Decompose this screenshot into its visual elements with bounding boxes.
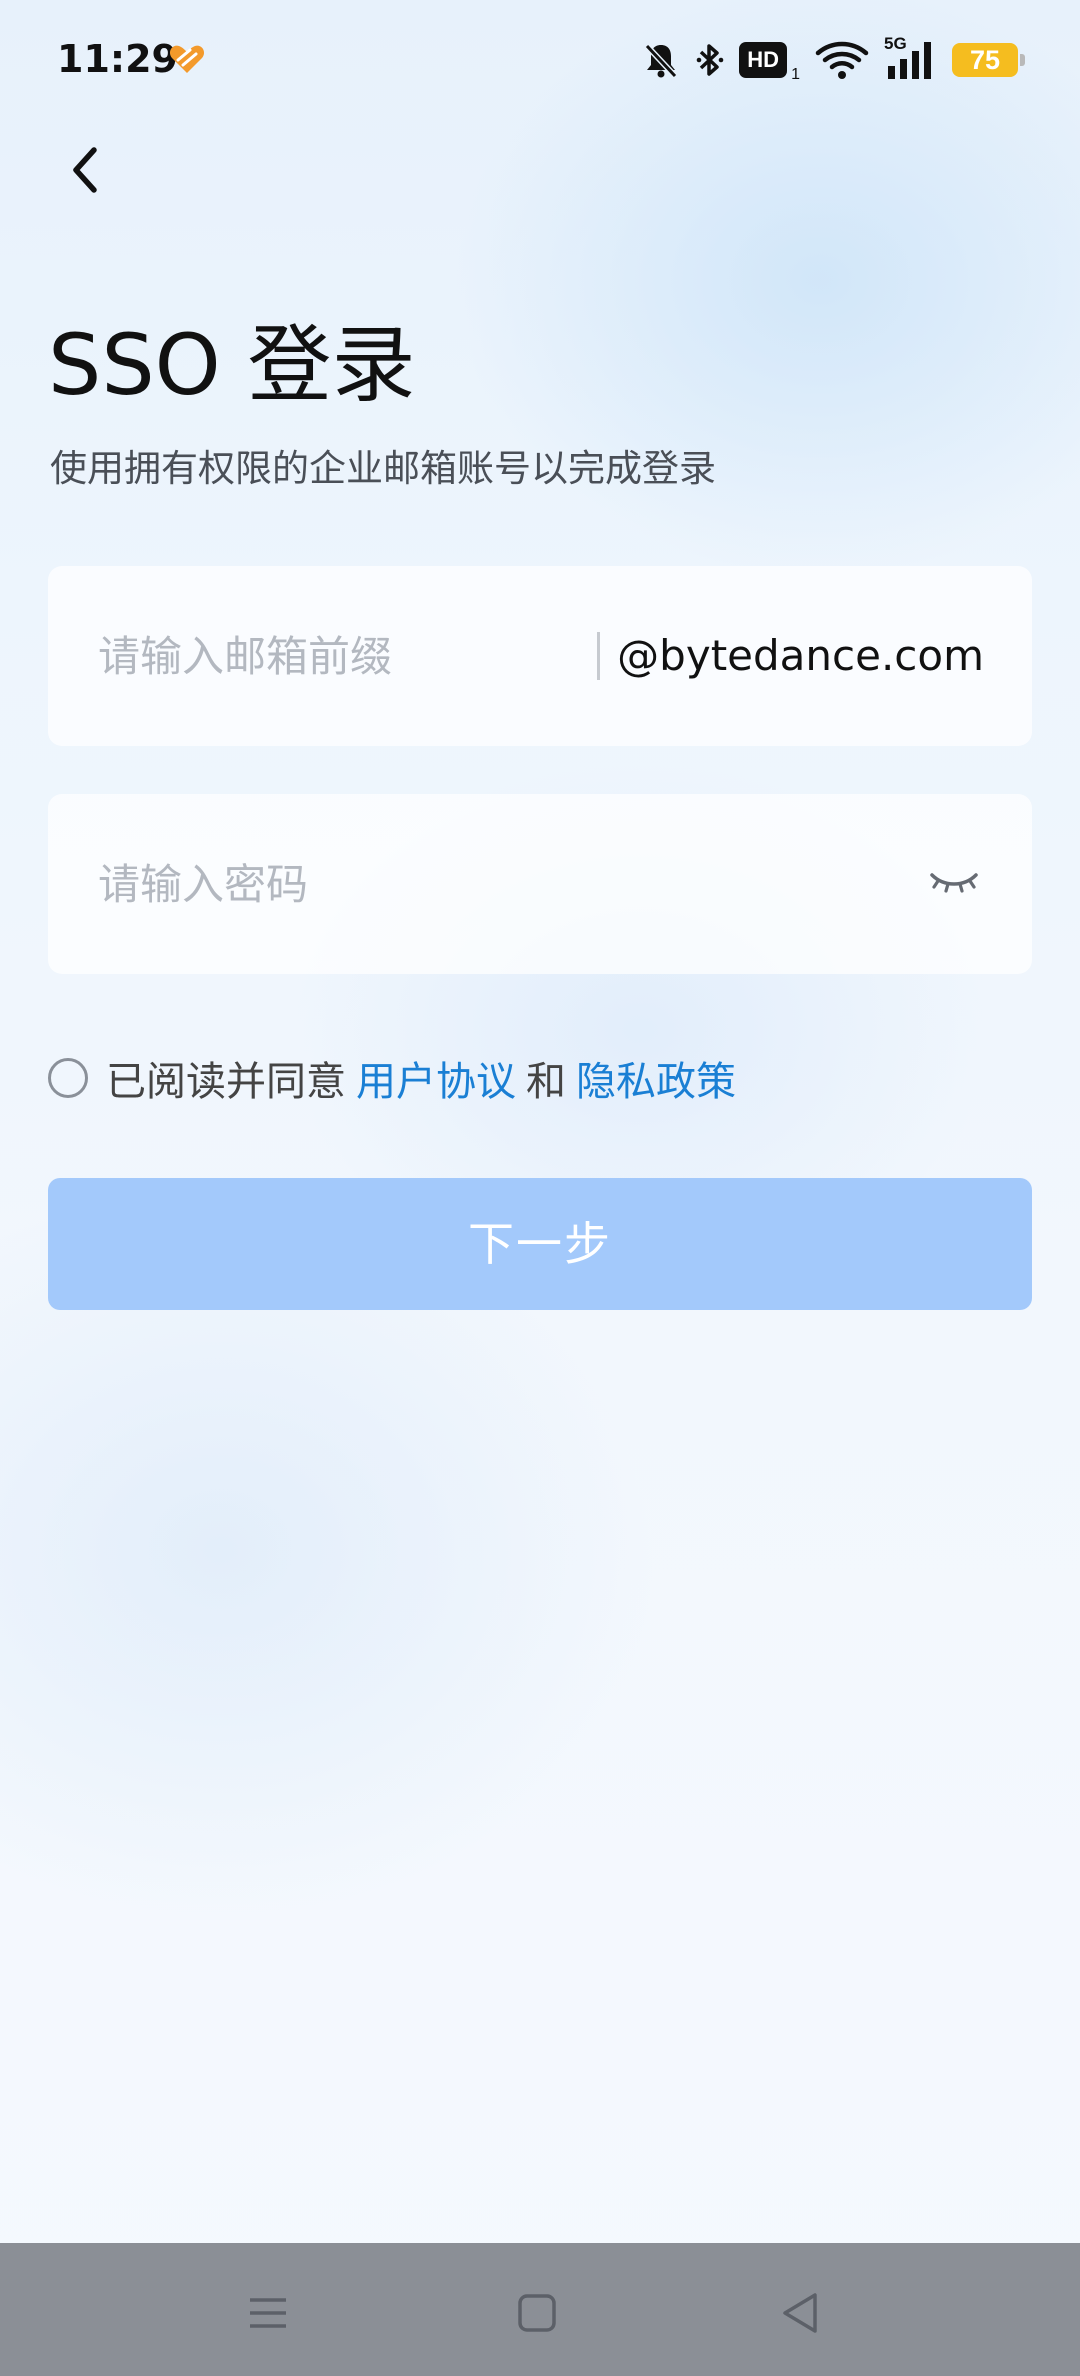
password-field [48, 794, 1032, 974]
bell-muted-icon [644, 43, 678, 79]
hd-voice-icon: HD [739, 42, 788, 78]
password-input[interactable] [98, 794, 918, 974]
bluetooth-icon [696, 44, 724, 76]
status-bar: 11:29 HD 1 5G 75 [0, 0, 1080, 120]
back-button[interactable] [52, 130, 116, 210]
orange-heart-app-icon [169, 45, 205, 73]
page-subtitle: 使用拥有权限的企业邮箱账号以完成登录 [50, 447, 716, 490]
system-nav-bar [0, 2243, 1080, 2376]
agreement-text: 已阅读并同意 [106, 1059, 346, 1105]
wifi-icon [815, 41, 869, 79]
chevron-left-icon [73, 147, 97, 193]
status-time: 11:29 [57, 37, 178, 81]
user-agreement-link[interactable]: 用户协议 [356, 1049, 516, 1107]
home-icon [518, 2294, 556, 2332]
nav-menu-button[interactable] [228, 2273, 308, 2353]
field-divider [597, 632, 600, 680]
email-prefix-input[interactable] [98, 566, 568, 746]
page-title: SSO 登录 [48, 316, 416, 414]
signal-5g-icon: 5G [884, 34, 938, 82]
nav-back-button[interactable] [760, 2273, 840, 2353]
next-step-button[interactable]: 下一步 [48, 1178, 1032, 1310]
hd-sub-label: 1 [791, 66, 800, 83]
menu-icon [250, 2298, 286, 2328]
battery-icon: 75 [952, 43, 1025, 77]
password-visibility-toggle[interactable] [924, 852, 984, 912]
email-domain-suffix: @bytedance.com [617, 631, 984, 680]
email-field: @bytedance.com [48, 566, 1032, 746]
status-icons: HD 1 5G 75 [641, 34, 1025, 86]
agree-checkbox[interactable] [48, 1058, 88, 1098]
eye-closed-icon [930, 873, 978, 893]
back-triangle-icon [783, 2293, 817, 2333]
nav-home-button[interactable] [497, 2273, 577, 2353]
agreement-and: 和 [526, 1059, 566, 1105]
privacy-policy-link[interactable]: 隐私政策 [576, 1049, 736, 1107]
agreement-row: 已阅读并同意 用户协议 和 隐私政策 [48, 1048, 746, 1108]
